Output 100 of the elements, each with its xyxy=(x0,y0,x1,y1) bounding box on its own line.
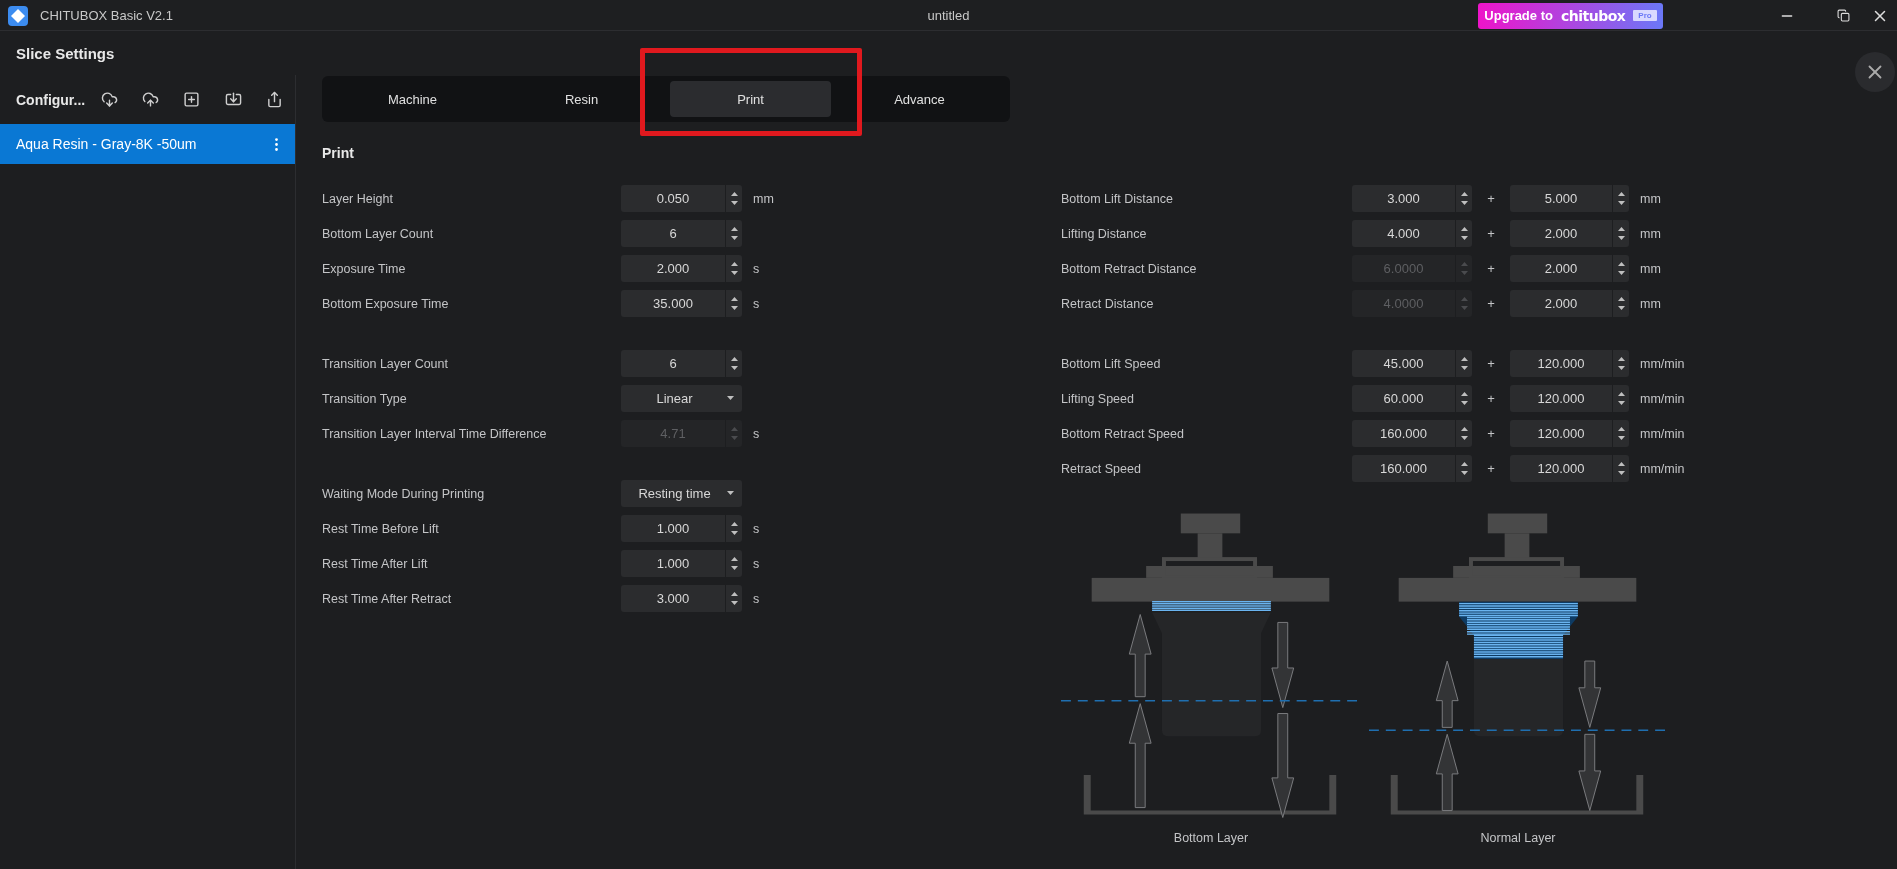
export-icon[interactable] xyxy=(265,91,283,108)
down-arrow-icon xyxy=(1460,306,1468,310)
down-arrow-icon xyxy=(1617,401,1625,405)
spin-buttons[interactable] xyxy=(1613,350,1629,377)
square-plus-icon[interactable] xyxy=(183,91,201,108)
spin-buttons[interactable] xyxy=(1613,220,1629,247)
number-field[interactable]: 6 xyxy=(621,220,725,247)
tab[interactable]: Machine xyxy=(332,81,493,117)
plus-sign: + xyxy=(1486,226,1496,241)
spin-buttons[interactable] xyxy=(1456,350,1472,377)
down-arrow-icon xyxy=(1460,471,1468,475)
down-arrow-icon xyxy=(1460,236,1468,240)
down-arrow-icon xyxy=(1617,201,1625,205)
setting-label: Bottom Retract Speed xyxy=(1061,426,1185,441)
unit-label: s xyxy=(753,591,760,606)
up-arrow-icon xyxy=(730,522,738,526)
up-arrow-icon xyxy=(730,227,738,231)
upgrade-button[interactable]: Upgrade to chitubox Pro xyxy=(1478,2,1663,29)
number-field[interactable]: 35.000 xyxy=(621,290,725,317)
number-field[interactable]: 120.000 xyxy=(1510,455,1612,482)
down-arrow-icon xyxy=(1617,236,1625,240)
up-arrow-icon xyxy=(1460,192,1468,196)
number-field[interactable]: 120.000 xyxy=(1510,385,1612,412)
number-field[interactable]: 45.000 xyxy=(1352,350,1455,377)
up-arrow-icon xyxy=(1460,227,1468,231)
up-arrow-icon xyxy=(1617,227,1625,231)
profile-item[interactable]: Aqua Resin - Gray-8K -50um xyxy=(0,124,295,164)
spin-buttons[interactable] xyxy=(1613,420,1629,447)
up-arrow-icon xyxy=(1460,427,1468,431)
tab[interactable]: Resin xyxy=(501,81,662,117)
up-arrow-icon xyxy=(1617,357,1625,361)
setting-label: Retract Distance xyxy=(1061,296,1155,311)
spin-buttons[interactable] xyxy=(1456,455,1472,482)
diagram-caption: Normal Layer xyxy=(1480,831,1556,845)
spin-buttons[interactable] xyxy=(1613,185,1629,212)
diagram-caption: Bottom Layer xyxy=(1173,831,1249,845)
number-field[interactable]: 160.000 xyxy=(1352,420,1455,447)
dropdown[interactable]: Linear xyxy=(621,385,742,412)
spin-buttons[interactable] xyxy=(1456,220,1472,247)
cloud-upload-icon[interactable] xyxy=(142,91,160,108)
restore-icon[interactable] xyxy=(1836,9,1850,22)
spin-buttons[interactable] xyxy=(726,585,742,612)
down-arrow-icon xyxy=(730,566,738,570)
up-arrow-icon xyxy=(730,192,738,196)
import-icon[interactable] xyxy=(224,91,242,108)
down-arrow-icon xyxy=(730,236,738,240)
number-field[interactable]: 6 xyxy=(621,350,725,377)
close-button[interactable] xyxy=(1855,52,1895,92)
setting-label: Rest Time After Retract xyxy=(322,591,453,606)
number-field[interactable]: 60.000 xyxy=(1352,385,1455,412)
up-arrow-icon xyxy=(1617,192,1625,196)
number-field[interactable]: 1.000 xyxy=(621,550,725,577)
number-field[interactable]: 120.000 xyxy=(1510,420,1612,447)
number-field[interactable]: 1.000 xyxy=(621,515,725,542)
spin-buttons[interactable] xyxy=(1456,185,1472,212)
unit-label: mm/min xyxy=(1640,461,1685,476)
spin-buttons[interactable] xyxy=(726,290,742,317)
number-field[interactable]: 0.050 xyxy=(621,185,725,212)
spin-buttons[interactable] xyxy=(726,185,742,212)
number-field[interactable]: 120.000 xyxy=(1510,350,1612,377)
dropdown[interactable]: Resting time xyxy=(621,480,742,507)
spin-buttons[interactable] xyxy=(1613,455,1629,482)
unit-label: mm/min xyxy=(1640,426,1685,441)
number-field[interactable]: 2.000 xyxy=(1510,220,1612,247)
plus-sign: + xyxy=(1486,191,1496,206)
number-field[interactable]: 160.000 xyxy=(1352,455,1455,482)
unit-label: mm/min xyxy=(1640,356,1685,371)
setting-label: Exposure Time xyxy=(322,261,407,276)
spin-buttons[interactable] xyxy=(726,550,742,577)
up-arrow-icon xyxy=(730,592,738,596)
spin-buttons[interactable] xyxy=(1613,385,1629,412)
down-arrow-icon xyxy=(730,436,738,440)
spin-buttons[interactable] xyxy=(726,255,742,282)
down-arrow-icon xyxy=(1617,306,1625,310)
down-arrow-icon xyxy=(1617,436,1625,440)
down-arrow-icon xyxy=(730,306,738,310)
spin-buttons[interactable] xyxy=(726,220,742,247)
number-field[interactable]: 3.000 xyxy=(621,585,725,612)
up-arrow-icon xyxy=(1460,462,1468,466)
unit-label: s xyxy=(753,521,760,536)
spin-buttons[interactable] xyxy=(726,350,742,377)
number-field[interactable]: 5.000 xyxy=(1510,185,1612,212)
spin-buttons[interactable] xyxy=(726,515,742,542)
spin-buttons[interactable] xyxy=(1613,290,1629,317)
spin-buttons[interactable] xyxy=(1613,255,1629,282)
number-field[interactable]: 4.000 xyxy=(1352,220,1455,247)
window-title: CHITUBOX Basic V2.1 xyxy=(40,8,173,23)
down-arrow-icon xyxy=(730,366,738,370)
spin-buttons[interactable] xyxy=(1456,385,1472,412)
number-field[interactable]: 2.000 xyxy=(621,255,725,282)
tab[interactable]: Advance xyxy=(839,81,1000,117)
number-field[interactable]: 3.000 xyxy=(1352,185,1455,212)
setting-label: Retract Speed xyxy=(1061,461,1142,476)
caret-icon xyxy=(727,491,734,495)
spin-buttons[interactable] xyxy=(1456,420,1472,447)
down-arrow-icon xyxy=(1617,271,1625,275)
tab[interactable]: Print xyxy=(670,81,831,117)
cloud-download-icon[interactable] xyxy=(100,91,118,108)
number-field[interactable]: 2.000 xyxy=(1510,255,1612,282)
number-field[interactable]: 2.000 xyxy=(1510,290,1612,317)
